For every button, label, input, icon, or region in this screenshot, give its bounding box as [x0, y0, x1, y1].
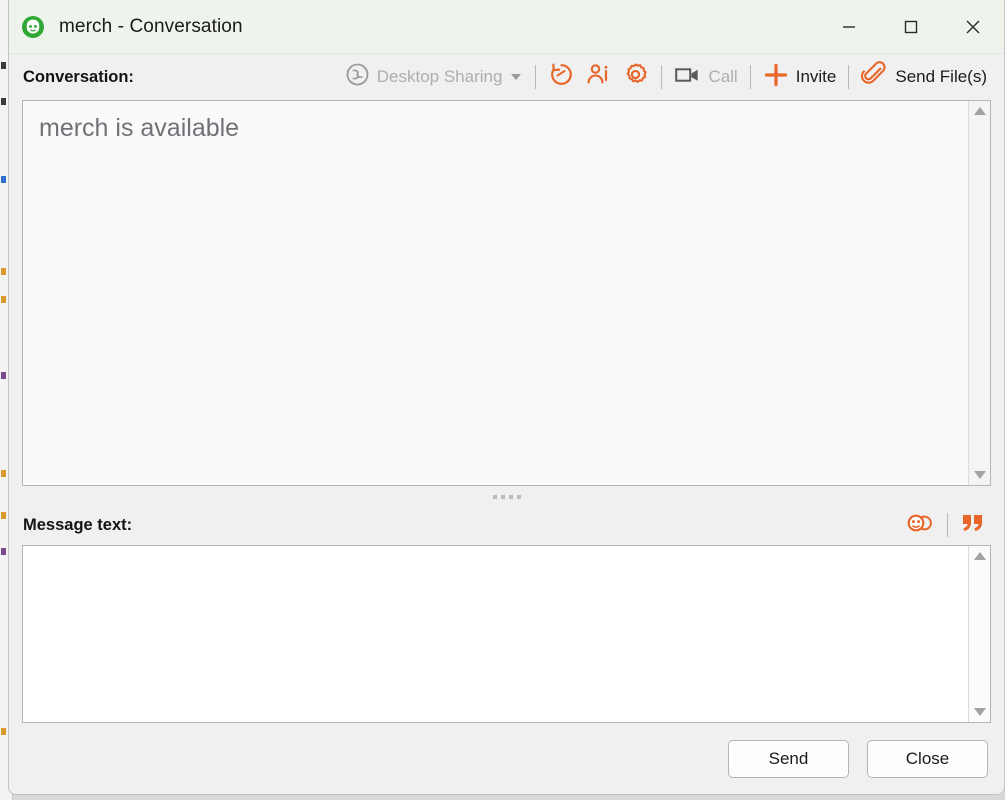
- bg-mark: [1, 296, 6, 303]
- desktop-sharing-icon: [345, 62, 370, 92]
- invite-button[interactable]: Invite: [758, 60, 842, 94]
- paperclip-icon: [861, 61, 888, 93]
- toolbar-divider: [848, 65, 850, 89]
- contact-info-icon: [585, 61, 612, 93]
- splitter-dot: [492, 495, 497, 499]
- scroll-down-arrow[interactable]: [969, 702, 990, 722]
- contact-avatar-icon: [21, 15, 45, 39]
- conversation-panel: merch is available: [22, 100, 991, 486]
- message-text-label: Message text:: [23, 515, 133, 534]
- conversation-scrollbar[interactable]: [968, 101, 990, 485]
- bg-mark: [1, 98, 6, 105]
- bg-mark: [1, 548, 6, 555]
- toolbar-divider: [661, 65, 663, 89]
- scroll-up-arrow[interactable]: [969, 546, 990, 566]
- quote-icon: [960, 511, 986, 540]
- footer: Send Close: [9, 723, 1004, 794]
- splitter-dot: [516, 495, 521, 499]
- close-button[interactable]: [942, 0, 1004, 53]
- conversation-transcript[interactable]: merch is available: [23, 101, 968, 485]
- desktop-sharing-label: Desktop Sharing: [376, 67, 503, 86]
- bg-mark: [1, 268, 6, 275]
- toolbar-items: Desktop Sharing Call Invite Send File(s): [340, 59, 992, 95]
- message-input[interactable]: [23, 546, 968, 722]
- bg-mark: [1, 62, 6, 69]
- message-input-panel: [22, 545, 991, 723]
- send-files-label: Send File(s): [895, 67, 987, 86]
- history-icon: [548, 61, 575, 93]
- contact-info-button[interactable]: [580, 60, 617, 94]
- maximize-button[interactable]: [880, 0, 942, 53]
- call-button[interactable]: Call: [669, 60, 742, 94]
- plus-icon: [763, 62, 789, 93]
- bg-mark: [1, 512, 6, 519]
- history-button[interactable]: [543, 60, 580, 94]
- message-scrollbar[interactable]: [968, 546, 990, 722]
- call-label: Call: [708, 67, 738, 86]
- message-text-header: Message text:: [9, 508, 1004, 542]
- chevron-down-icon[interactable]: [511, 74, 522, 80]
- message-tools: [900, 511, 991, 540]
- quote-button[interactable]: [955, 511, 991, 540]
- close-button-footer[interactable]: Close: [867, 740, 988, 778]
- conversation-label: Conversation:: [23, 67, 134, 86]
- panel-splitter[interactable]: [9, 486, 1004, 508]
- send-button[interactable]: Send: [728, 740, 849, 778]
- bg-mark: [1, 728, 6, 735]
- settings-button[interactable]: [617, 60, 654, 94]
- bg-mark: [1, 372, 6, 379]
- toolbar: Conversation: Desktop Sharing Call Invit…: [9, 54, 1004, 100]
- title-bar: merch - Conversation: [9, 0, 1004, 54]
- send-files-button[interactable]: Send File(s): [856, 60, 992, 94]
- toolbar-divider: [535, 65, 537, 89]
- message-tools-divider: [947, 513, 948, 537]
- conversation-window: merch - Conversation Conversation: Deskt…: [8, 0, 1005, 795]
- scroll-up-arrow[interactable]: [969, 101, 990, 121]
- emoticon-icon: [905, 511, 935, 540]
- scroll-down-arrow[interactable]: [969, 465, 990, 485]
- video-camera-icon: [674, 64, 701, 91]
- bg-mark: [1, 176, 6, 183]
- minimize-button[interactable]: [818, 0, 880, 53]
- window-title: merch - Conversation: [59, 15, 243, 37]
- desktop-sharing-button[interactable]: Desktop Sharing: [340, 60, 529, 94]
- splitter-dot: [500, 495, 505, 499]
- status-message: merch is available: [39, 114, 240, 142]
- bg-mark: [1, 470, 6, 477]
- toolbar-divider: [749, 65, 751, 89]
- window-controls: [818, 0, 1004, 53]
- gear-icon: [622, 61, 649, 93]
- invite-label: Invite: [795, 67, 837, 86]
- splitter-dot: [508, 495, 513, 499]
- emoticon-button[interactable]: [900, 511, 940, 540]
